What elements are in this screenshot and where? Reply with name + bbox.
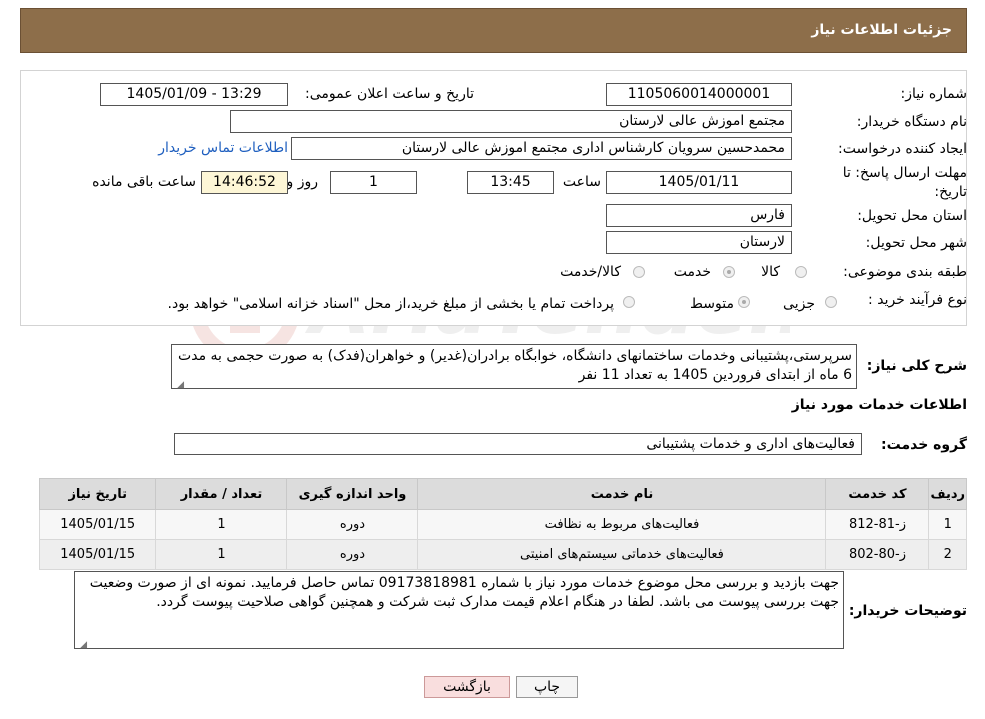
deadline-label-2: تاریخ:	[934, 184, 967, 200]
deadline-label: مهلت ارسال پاسخ: تا	[842, 165, 967, 181]
col-header-date: تاریخ نیاز	[38, 478, 157, 510]
creator-label: ایجاد کننده درخواست:	[838, 141, 967, 157]
service-group-label: گروه خدمت:	[881, 437, 967, 453]
deadline-time-field: 13:45	[467, 171, 554, 194]
purchase-option-minor: جزیی	[783, 296, 815, 312]
cell-row-number: 1	[928, 509, 967, 540]
buyer-org-label: نام دستگاه خریدار:	[856, 114, 967, 130]
cell-name: فعالیت‌های خدماتی سیستم‌های امنیتی	[417, 539, 827, 570]
category-label: طبقه بندی موضوعی:	[843, 264, 967, 280]
buyer-notes-textarea: جهت بازدید و بررسی محل موضوع خدمات مورد …	[74, 571, 844, 650]
page-header: جزئیات اطلاعات نیاز	[20, 8, 967, 53]
days-field: 1	[330, 171, 417, 194]
cell-quantity: 1	[155, 539, 288, 570]
buyer-org-field: مجتمع اموزش عالی لارستان	[230, 110, 792, 133]
cell-quantity: 1	[155, 509, 288, 540]
province-field: فارس	[606, 204, 792, 227]
resize-grip-icon[interactable]: ◢	[174, 376, 184, 390]
col-header-quantity: تعداد / مقدار	[155, 478, 288, 510]
payment-note: پرداخت تمام یا بخشی از مبلغ خرید،از محل …	[167, 296, 614, 312]
announce-field: 1405/01/09 - 13:29	[100, 83, 288, 106]
cell-name: فعالیت‌های مربوط به نظافت	[417, 509, 827, 540]
col-header-code: کد خدمت	[825, 478, 930, 510]
back-button[interactable]: بازگشت	[424, 676, 510, 698]
purchase-option-medium: متوسط	[690, 296, 734, 312]
cell-code: ز-81-812	[825, 509, 930, 540]
col-header-unit: واحد اندازه گیری	[286, 478, 419, 510]
city-field: لارستان	[606, 231, 792, 254]
resize-grip-icon[interactable]: ◢	[77, 636, 87, 650]
print-button[interactable]: چاپ	[516, 676, 578, 698]
service-group-field: فعالیت‌های اداری و خدمات پشتیبانی	[174, 433, 862, 455]
purchase-radio-minor[interactable]	[825, 296, 837, 308]
purchase-type-label: نوع فرآیند خرید :	[868, 292, 967, 308]
need-number-field: 1105060014000001	[606, 83, 792, 106]
creator-field: محمدحسین سرویان کارشناس اداری مجتمع اموز…	[291, 137, 792, 160]
category-option-goods: کالا	[761, 264, 780, 280]
summary-text: سرپرستی،پشتیبانی وخدمات ساختمانهای دانشگ…	[178, 348, 852, 383]
buyer-contact-link[interactable]: اطلاعات تماس خریدار	[158, 140, 288, 156]
table-header-row: ردیف کد خدمت نام خدمت واحد اندازه گیری ت…	[38, 478, 967, 510]
details-panel	[20, 70, 967, 326]
city-label: شهر محل تحویل:	[865, 235, 967, 251]
category-option-service: خدمت	[673, 264, 711, 280]
cell-date: 1405/01/15	[38, 509, 157, 540]
services-section-title: اطلاعات خدمات مورد نیاز	[791, 397, 967, 413]
category-radio-goods[interactable]	[795, 266, 807, 278]
purchase-radio-medium[interactable]	[738, 296, 750, 308]
category-radio-goods-service[interactable]	[633, 266, 645, 278]
col-header-row-number: ردیف	[928, 478, 967, 510]
buyer-notes-label: توضیحات خریدار:	[848, 603, 967, 619]
days-label: روز و	[286, 174, 319, 190]
remaining-label: ساعت باقی مانده	[92, 174, 196, 190]
treasury-payment-checkbox[interactable]	[623, 296, 635, 308]
summary-textarea: سرپرستی،پشتیبانی وخدمات ساختمانهای دانشگ…	[171, 344, 857, 390]
category-radio-service[interactable]	[723, 266, 735, 278]
announce-label: تاریخ و ساعت اعلان عمومی:	[305, 86, 474, 102]
cell-date: 1405/01/15	[38, 539, 157, 570]
page-title: جزئیات اطلاعات نیاز	[811, 22, 952, 38]
cell-row-number: 2	[928, 539, 967, 570]
province-label: استان محل تحویل:	[857, 208, 967, 224]
remaining-time-field: 14:46:52	[201, 171, 288, 194]
cell-code: ز-80-802	[825, 539, 930, 570]
col-header-name: نام خدمت	[417, 478, 827, 510]
need-number-label: شماره نیاز:	[900, 86, 968, 102]
summary-label: شرح کلی نیاز:	[866, 358, 967, 374]
services-table: ردیف کد خدمت نام خدمت واحد اندازه گیری ت…	[38, 478, 967, 570]
cell-unit: دوره	[286, 539, 419, 570]
table-row: 2 ز-80-802 فعالیت‌های خدماتی سیستم‌های ا…	[38, 539, 967, 570]
category-option-goods-service: کالا/خدمت	[560, 264, 621, 280]
deadline-date-field: 1405/01/11	[606, 171, 792, 194]
cell-unit: دوره	[286, 509, 419, 540]
buyer-notes-text: جهت بازدید و بررسی محل موضوع خدمات مورد …	[89, 575, 839, 610]
deadline-time-label: ساعت	[562, 174, 601, 190]
table-row: 1 ز-81-812 فعالیت‌های مربوط به نظافت دور…	[38, 509, 967, 540]
